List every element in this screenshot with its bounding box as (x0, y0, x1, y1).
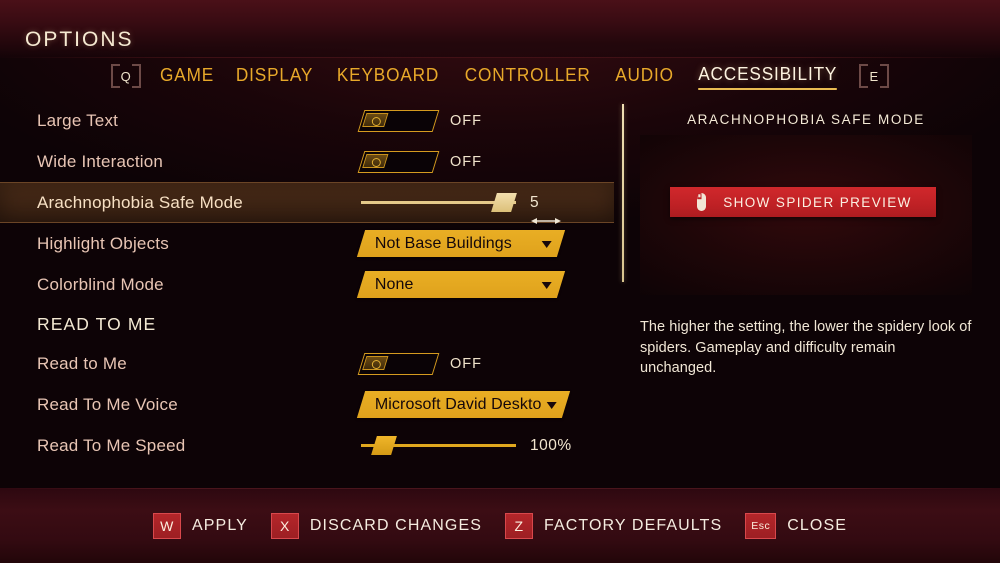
mouse-icon (694, 192, 709, 212)
setting-control: 100% (361, 436, 572, 456)
key-cap: Esc (745, 512, 777, 539)
setting-label: Read To Me Voice (37, 394, 178, 414)
options-screen: OPTIONS Q GAME DISPLAY KEYBOARD CONTROLLER A… (0, 0, 1000, 563)
slider-read-to-me-speed[interactable] (361, 436, 516, 456)
action-label: APPLY (192, 516, 248, 534)
dropdown-highlight-objects[interactable]: Not Base Buildings (356, 230, 566, 257)
toggle-switch[interactable] (357, 109, 440, 132)
slider-value: 5 (530, 193, 561, 224)
preview-title: ARACHNOPHOBIA SAFE MODE (687, 112, 925, 127)
show-spider-preview-button[interactable]: SHOW SPIDER PREVIEW (670, 187, 936, 217)
setting-control: None (356, 271, 566, 298)
bracket-right-icon (880, 64, 890, 88)
setting-row-arachnophobia-safe-mode[interactable]: Arachnophobia Safe Mode 5 (0, 182, 614, 224)
bottom-action-bar: W APPLY X DISCARD CHANGES Z FACTORY DEFAULTS E… (0, 488, 1000, 563)
setting-label: Read To Me Speed (37, 435, 186, 455)
show-spider-preview-label: SHOW SPIDER PREVIEW (723, 194, 912, 210)
action-label: FACTORY DEFAULTS (543, 516, 723, 534)
tab-prev-key-label: Q (120, 68, 132, 84)
preview-description: The higher the setting, the lower the sp… (640, 319, 972, 377)
setting-control: Microsoft David Deskto (356, 391, 570, 418)
vertical-divider (622, 104, 624, 282)
tab-bar: Q GAME DISPLAY KEYBOARD CONTROLLER AUDIO ACCE… (0, 58, 1000, 94)
tab-game[interactable]: GAME (160, 64, 214, 89)
slider-value: 100% (530, 437, 572, 455)
action-label: DISCARD CHANGES (309, 516, 482, 534)
left-right-arrow-icon (531, 213, 561, 224)
action-apply[interactable]: W APPLY (153, 512, 248, 539)
chevron-down-icon (541, 240, 552, 248)
setting-control: Not Base Buildings (356, 230, 566, 257)
bracket-right-icon (131, 64, 141, 88)
key-cap: Z (504, 512, 533, 539)
action-factory-defaults[interactable]: Z FACTORY DEFAULTS (504, 512, 723, 539)
setting-label: Wide Interaction (37, 151, 164, 171)
chevron-down-icon (541, 281, 552, 289)
header-band (0, 0, 1000, 58)
settings-list: Large Text OFF Wide Interaction OFF Arachnop… (0, 100, 614, 480)
preview-panel: ARACHNOPHOBIA SAFE MODE SHOW SPIDER PREV… (640, 104, 972, 379)
toggle-knob (362, 112, 389, 127)
tabs-container: GAME DISPLAY KEYBOARD CONTROLLER AUDIO ACCESS… (158, 63, 842, 90)
setting-control: OFF (357, 109, 482, 132)
setting-control: 5 (361, 193, 561, 224)
slider-handle[interactable] (371, 436, 398, 455)
setting-row-read-to-me-speed[interactable]: Read To Me Speed 100% (0, 425, 614, 466)
tab-audio[interactable]: AUDIO (615, 64, 674, 89)
toggle-value: OFF (450, 112, 482, 129)
toggle-value: OFF (450, 153, 482, 170)
slider-value-text: 100% (530, 436, 572, 454)
setting-label: Large Text (37, 110, 119, 130)
setting-row-wide-interaction[interactable]: Wide Interaction OFF (0, 141, 614, 182)
page-title: OPTIONS (25, 28, 134, 51)
key-cap: X (270, 512, 299, 539)
setting-label: Highlight Objects (37, 233, 169, 253)
setting-row-colorblind-mode[interactable]: Colorblind Mode None (0, 264, 614, 305)
section-header-read-to-me: READ TO ME (37, 313, 157, 334)
toggle-switch[interactable] (357, 352, 440, 375)
action-discard-changes[interactable]: X DISCARD CHANGES (270, 512, 482, 539)
toggle-knob (362, 153, 389, 168)
dropdown-colorblind-mode[interactable]: None (356, 271, 566, 298)
tab-prev-key-hint[interactable]: Q (110, 64, 141, 88)
setting-label: Colorblind Mode (37, 274, 164, 294)
setting-label: Arachnophobia Safe Mode (37, 192, 243, 212)
action-label: CLOSE (787, 516, 847, 534)
setting-control: OFF (357, 150, 482, 173)
toggle-switch[interactable] (357, 150, 440, 173)
slider-handle[interactable] (490, 193, 517, 212)
setting-row-read-to-me-voice[interactable]: Read To Me Voice Microsoft David Deskto (0, 384, 614, 425)
slider-value-text: 5 (530, 193, 540, 211)
bracket-left-icon (859, 64, 869, 88)
setting-row-read-to-me[interactable]: Read to Me OFF (0, 343, 614, 384)
toggle-value: OFF (450, 355, 482, 372)
tab-next-key-hint[interactable]: E (859, 64, 890, 88)
setting-row-highlight-objects[interactable]: Highlight Objects Not Base Buildings (0, 223, 614, 264)
tab-controller[interactable]: CONTROLLER (465, 64, 591, 89)
dropdown-value: None (375, 275, 414, 293)
setting-row-large-text[interactable]: Large Text OFF (0, 100, 614, 141)
dropdown-read-to-me-voice[interactable]: Microsoft David Deskto (356, 391, 570, 418)
tab-next-key-label: E (869, 68, 879, 84)
tab-display[interactable]: DISPLAY (236, 64, 313, 89)
slider-arachnophobia-safe-mode[interactable] (361, 193, 517, 213)
chevron-down-icon (546, 401, 557, 409)
tab-accessibility[interactable]: ACCESSIBILITY (697, 63, 837, 90)
toggle-knob (362, 355, 389, 370)
dropdown-value: Microsoft David Deskto (375, 395, 542, 413)
action-close[interactable]: Esc CLOSE (745, 512, 847, 539)
setting-label: Read to Me (37, 353, 127, 373)
preview-box: SHOW SPIDER PREVIEW (640, 135, 972, 295)
setting-control: OFF (357, 352, 482, 375)
dropdown-value: Not Base Buildings (375, 234, 512, 252)
key-cap: W (153, 512, 181, 539)
tab-keyboard[interactable]: KEYBOARD (337, 64, 439, 89)
bracket-left-icon (110, 64, 120, 88)
